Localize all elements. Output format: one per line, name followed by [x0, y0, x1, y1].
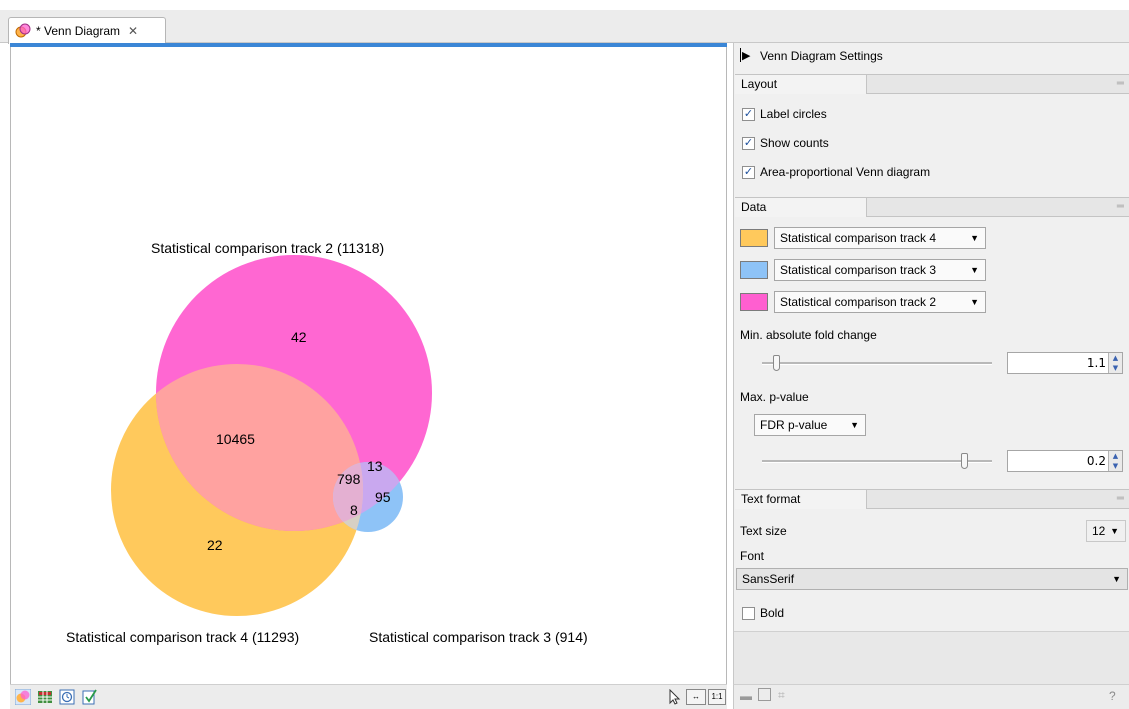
chevron-down-icon: ▼: [1110, 526, 1119, 536]
text-size-label: Text size: [740, 524, 787, 538]
tab-title: * Venn Diagram: [36, 24, 121, 38]
show-counts-option[interactable]: ✓ Show counts: [742, 134, 829, 152]
venn-icon: [15, 23, 31, 38]
max-pvalue-slider-thumb[interactable]: [961, 453, 969, 469]
min-fold-change-slider-track[interactable]: [762, 362, 992, 365]
text-size-select[interactable]: 12 ▼: [1086, 520, 1126, 542]
max-pvalue-slider-track[interactable]: [762, 460, 992, 463]
count-track4-only: 22: [207, 537, 223, 553]
data-section-title: Data: [735, 198, 867, 217]
max-pvalue-value: 0.2: [1086, 454, 1106, 468]
min-fold-change-label: Min. absolute fold change: [740, 328, 877, 342]
min-fold-change-value: 1.1: [1086, 356, 1106, 370]
spin-up-icon[interactable]: ▲: [1108, 451, 1122, 461]
count-all-three: 798: [337, 471, 361, 487]
venn-view-icon[interactable]: [15, 689, 31, 705]
track-2-color-swatch[interactable]: [740, 293, 768, 311]
font-label: Font: [740, 549, 765, 563]
track-2-select[interactable]: Statistical comparison track 2 ▼: [774, 291, 986, 313]
track-3-select-value: Statistical comparison track 3: [780, 263, 937, 277]
circle-label-track-2: Statistical comparison track 2 (11318): [151, 240, 384, 256]
font-select[interactable]: SansSerif ▼: [736, 568, 1128, 590]
chevron-down-icon: ▼: [970, 297, 979, 307]
fit-width-icon[interactable]: ↔: [686, 689, 706, 705]
track-3-color-swatch[interactable]: [740, 261, 768, 279]
min-fold-change-input[interactable]: 1.1 ▲ ▼: [1007, 352, 1123, 374]
panel-title-bar: ▶ Venn Diagram Settings: [734, 43, 1129, 69]
area-proportional-checkbox[interactable]: ✓: [742, 165, 755, 179]
panel-title-divider: [740, 48, 741, 62]
editor-tab-bar: * Venn Diagram ✕: [0, 10, 1129, 44]
settings-panel: ▶ Venn Diagram Settings Layout ═ ✓ Label…: [733, 43, 1129, 685]
count-track2-track4: 10465: [216, 431, 255, 447]
max-pvalue-input[interactable]: 0.2 ▲ ▼: [1007, 450, 1123, 472]
min-fold-change-slider-thumb[interactable]: [772, 355, 780, 371]
show-counts-label: Show counts: [760, 136, 829, 150]
pin-icon[interactable]: ⌗: [778, 688, 785, 703]
table-view-icon[interactable]: [37, 689, 53, 705]
history-icon[interactable]: [59, 689, 75, 705]
maximize-icon[interactable]: [758, 688, 771, 701]
pvalue-type-select[interactable]: FDR p-value ▼: [754, 414, 866, 436]
area-proportional-option[interactable]: ✓ Area-proportional Venn diagram: [742, 163, 930, 181]
max-pvalue-label: Max. p-value: [740, 390, 809, 404]
layout-section-title: Layout: [735, 75, 867, 94]
bold-checkbox[interactable]: [742, 606, 755, 620]
editor-active-indicator: [10, 43, 727, 47]
select-cursor-icon[interactable]: [666, 689, 682, 705]
minimize-icon[interactable]: ▬: [740, 689, 752, 703]
spin-down-icon[interactable]: ▼: [1108, 461, 1122, 471]
track-4-select-value: Statistical comparison track 4: [780, 231, 937, 245]
circle-label-track-4: Statistical comparison track 4 (11293): [66, 629, 299, 645]
chevron-down-icon: ▼: [970, 265, 979, 275]
label-circles-label: Label circles: [760, 107, 827, 121]
show-counts-checkbox[interactable]: ✓: [742, 136, 755, 150]
text-format-section-title: Text format: [735, 490, 867, 509]
track-2-select-value: Statistical comparison track 2: [780, 295, 937, 309]
spin-up-icon[interactable]: ▲: [1108, 353, 1122, 363]
collapse-icon[interactable]: ═: [1117, 78, 1124, 89]
track-4-select[interactable]: Statistical comparison track 4 ▼: [774, 227, 986, 249]
collapse-icon[interactable]: ═: [1117, 493, 1124, 504]
editor-bottom-toolbar: ↔ 1:1: [10, 684, 727, 709]
bold-option[interactable]: Bold: [742, 604, 784, 622]
data-section-header[interactable]: Data ═: [735, 197, 1129, 217]
close-icon[interactable]: ✕: [128, 24, 138, 38]
area-proportional-label: Area-proportional Venn diagram: [760, 165, 931, 179]
count-track4-track3: 8: [350, 502, 358, 518]
track-3-select[interactable]: Statistical comparison track 3 ▼: [774, 259, 986, 281]
label-circles-option[interactable]: ✓ Label circles: [742, 105, 827, 123]
venn-diagram-view: Statistical comparison track 2 (11318) S…: [10, 43, 727, 684]
panel-bottom-toolbar: ▬ ⌗ ?: [733, 684, 1129, 709]
venn-diagram-canvas: Statistical comparison track 2 (11318) S…: [66, 240, 588, 645]
spin-down-icon[interactable]: ▼: [1108, 363, 1122, 373]
track-4-color-swatch[interactable]: [740, 229, 768, 247]
collapse-icon[interactable]: ═: [1117, 201, 1124, 212]
window-top-strip: [0, 0, 1129, 10]
chevron-down-icon: ▼: [850, 420, 859, 430]
layout-section-header[interactable]: Layout ═: [735, 74, 1129, 94]
panel-title: Venn Diagram Settings: [760, 49, 883, 63]
chevron-down-icon: ▼: [970, 233, 979, 243]
chevron-down-icon: ▼: [1112, 574, 1121, 584]
text-size-value: 12: [1092, 524, 1106, 538]
circle-label-track-3: Statistical comparison track 3 (914): [369, 629, 588, 645]
count-track2-track3: 13: [367, 458, 383, 474]
bold-label: Bold: [760, 606, 785, 620]
panel-filler: [734, 631, 1129, 685]
collapse-panel-icon[interactable]: ▶: [742, 49, 750, 62]
count-track2-only: 42: [291, 329, 307, 345]
help-icon[interactable]: ?: [1109, 689, 1116, 703]
text-format-section-header[interactable]: Text format ═: [735, 489, 1129, 509]
tab-venn-diagram[interactable]: * Venn Diagram ✕: [8, 17, 166, 44]
pvalue-type-value: FDR p-value: [760, 418, 828, 432]
label-circles-checkbox[interactable]: ✓: [742, 107, 755, 121]
checklist-icon[interactable]: [81, 689, 97, 705]
font-value: SansSerif: [742, 572, 795, 586]
count-track3-only: 95: [375, 489, 391, 505]
actual-size-icon[interactable]: 1:1: [708, 689, 726, 705]
